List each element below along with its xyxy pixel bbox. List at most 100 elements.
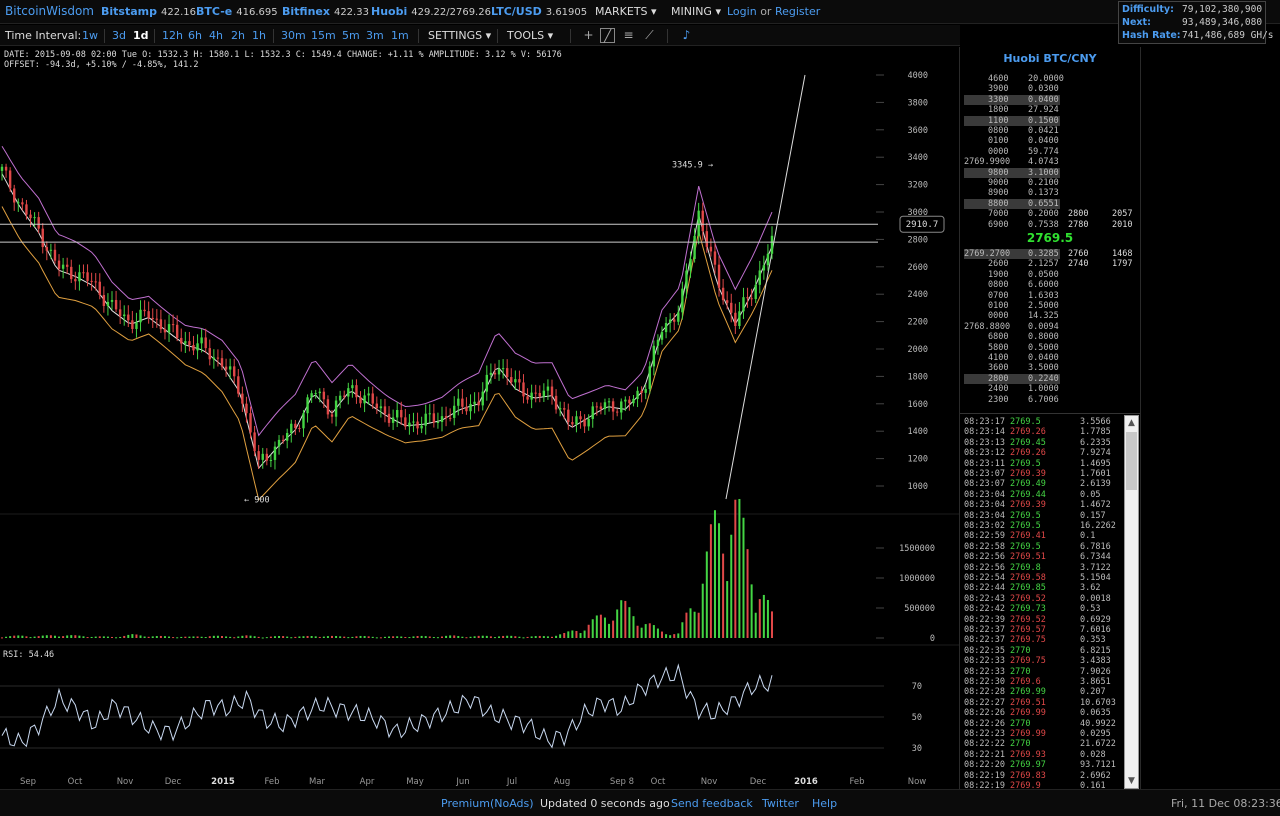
moving-average-lower [2,207,772,500]
register-link[interactable]: Register [775,5,820,18]
interval-1m[interactable]: 1m [391,29,409,42]
hashrate-label: Hash Rate: [1122,30,1181,41]
trade-time: 08:22:21 [964,750,1005,760]
fibonacci-icon[interactable]: ⟋ [642,28,657,43]
order-price: 2300 [988,395,1008,405]
volume-bar [5,637,7,638]
trade-price: 2769.45 [1010,438,1046,448]
trade-time: 08:23:04 [964,511,1005,521]
chevron-down-icon: ▾ [486,29,492,42]
bell-icon[interactable]: ♪ [679,28,694,43]
exchange-btce[interactable]: BTC-e416.695 [196,5,278,18]
trade-time: 08:22:22 [964,739,1005,749]
trade-amount: 1.4695 [1080,459,1111,469]
volume-bar [168,637,170,638]
tools-menu[interactable]: TOOLS ▾ [507,29,553,42]
x-axis-label: Mar [309,777,326,787]
x-axis-label: Nov [701,777,718,787]
volume-bar [58,637,60,638]
login-link[interactable]: Login [727,5,757,18]
exchange-bitstamp[interactable]: Bitstamp422.16 [101,5,196,18]
candle-body [111,300,113,302]
interval-5m[interactable]: 5m [342,29,360,42]
interval-2h[interactable]: 2h [231,29,245,42]
exchange-ltcusd[interactable]: LTC/USD3.61905 [491,5,587,18]
candle-body [526,396,528,399]
candle-body [127,315,129,321]
twitter-link[interactable]: Twitter [762,797,799,810]
interval-3d[interactable]: 3d [112,29,126,42]
volume-bar [502,636,504,638]
crosshair-icon[interactable]: + [581,28,596,43]
settings-menu[interactable]: SETTINGS ▾ [428,29,491,42]
volume-bar [690,608,692,638]
interval-12h[interactable]: 12h [162,29,183,42]
volume-bar [351,637,353,638]
markets-menu[interactable]: MARKETS ▾ [595,5,657,18]
exchange-bitfinex[interactable]: Bitfinex422.33 [282,5,369,18]
mining-menu[interactable]: MINING ▾ [671,5,721,18]
exchange-price: 429.22/2769.26 [411,7,491,18]
volume-bar [50,635,52,638]
candle-body [147,311,149,318]
volume-bar [82,636,84,638]
help-link[interactable]: Help [812,797,837,810]
interval-4h[interactable]: 4h [209,29,223,42]
trade-time: 08:23:14 [964,427,1005,437]
volume-bar [531,636,533,638]
feedback-link[interactable]: Send feedback [671,797,753,810]
update-status: Updated 0 seconds ago [540,797,670,810]
trade-amount: 40.9922 [1080,719,1116,729]
interval-1d[interactable]: 1d [133,29,149,42]
candle-body [742,297,744,311]
price-tick-label: 1000 [908,482,928,492]
volume-bar [612,621,614,638]
trade-price: 2769.83 [1010,771,1046,781]
volume-bar [384,637,386,638]
volume-bar [567,631,569,638]
volume-bar [490,636,492,638]
scroll-up-icon[interactable]: ▲ [1125,416,1138,430]
exchange-huobi[interactable]: Huobi429.22/2769.26 [371,5,491,18]
interval-3m[interactable]: 3m [366,29,384,42]
candle-body [278,440,280,447]
premium-link[interactable]: Premium(NoAds) [441,797,534,810]
volume-bar [441,636,443,638]
candle-body [767,254,769,266]
volume-bar [657,629,659,638]
candle-body [604,402,606,409]
volume-bar [665,634,667,638]
scroll-down-icon[interactable]: ▼ [1125,774,1138,788]
orderbook-title[interactable]: Huobi BTC/CNY [960,52,1140,65]
hline-icon[interactable]: ≡ [621,28,636,43]
interval-6h[interactable]: 6h [188,29,202,42]
volume-bar [685,613,687,638]
x-axis-label: Dec [165,777,182,787]
candle-body [319,392,321,393]
price-chart[interactable]: 2910.73345.9 →← 900 40003800360034003200… [0,47,960,789]
interval-15m[interactable]: 15m [311,29,336,42]
volume-bar [319,637,321,638]
trade-amount: 0.157 [1080,511,1106,521]
volume-bar [388,636,390,638]
interval-30m[interactable]: 30m [281,29,306,42]
next-label: Next: [1122,17,1151,28]
volume-bar [13,636,15,638]
volume-bar [127,635,129,638]
brand-logo[interactable]: BitcoinWisdom [5,4,94,18]
interval-1w[interactable]: 1w [82,29,98,42]
trendline-icon[interactable]: ╱ [600,28,615,43]
volume-bar [135,634,137,638]
trade-price: 2769.26 [1010,448,1046,458]
trade-amount: 0.0635 [1080,708,1111,718]
candle-body [710,247,712,252]
interval-1h[interactable]: 1h [252,29,266,42]
trade-amount: 1.7601 [1080,469,1111,479]
trades-scrollbar[interactable]: ▲ ▼ [1124,415,1139,789]
scroll-thumb[interactable] [1126,432,1137,490]
trade-price: 2769.41 [1010,531,1046,541]
x-axis-label: Jul [506,777,517,787]
volume-bar [702,584,704,638]
volume-bar [221,636,223,638]
candle-body [209,348,211,359]
